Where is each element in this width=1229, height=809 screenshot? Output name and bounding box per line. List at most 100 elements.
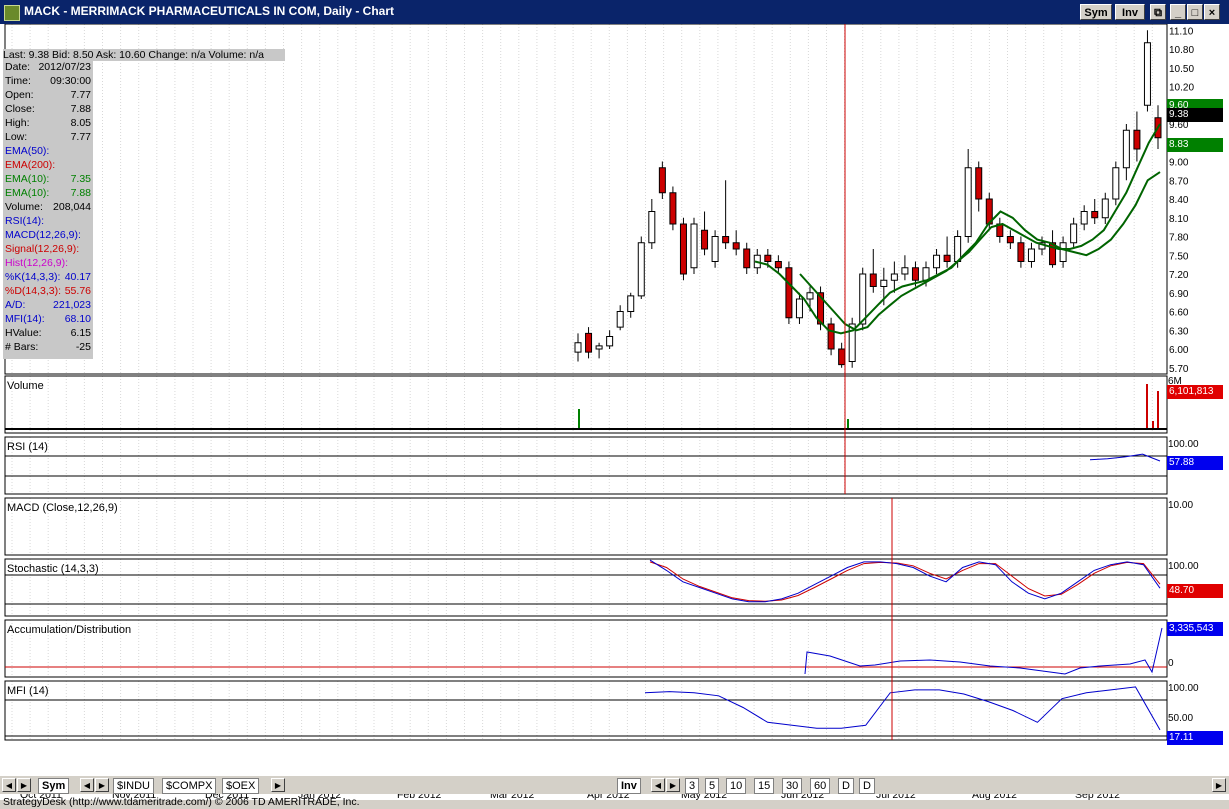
scroll-right-icon[interactable]: ▶: [17, 778, 31, 792]
symbol-tab-indu[interactable]: $INDU: [113, 778, 155, 794]
period-tab[interactable]: 30: [782, 778, 803, 794]
symbols-more-icon[interactable]: ▶: [271, 778, 285, 792]
data-window-label: Hist(12,26,9):: [5, 257, 69, 269]
symbol-tab-oex[interactable]: $OEX: [222, 778, 260, 794]
candle-down: [701, 229, 709, 250]
period-tab[interactable]: 15: [754, 778, 775, 794]
candle-down: [827, 323, 835, 350]
mfi-scale-mid: 50.00: [1168, 713, 1194, 724]
detach-icon[interactable]: ⧉: [1150, 4, 1166, 20]
data-window: Date: 2012/07/23 Time: 09:30:00 Open: 7.77 Clo…: [3, 59, 93, 359]
mfi-panel-border: [4, 680, 1168, 741]
data-window-value: 7.77: [70, 89, 91, 101]
sym-tab[interactable]: Sym: [38, 778, 70, 794]
data-window-label: Close:: [5, 103, 35, 115]
candle-up: [806, 292, 814, 300]
period-prev-icon[interactable]: ◀: [651, 778, 665, 792]
candle-up: [1027, 248, 1035, 262]
sym-button[interactable]: Sym: [1080, 4, 1112, 20]
status-bar: StrategyDesk (http://www.tdameritrade.co…: [3, 796, 360, 808]
period-tab[interactable]: D: [859, 778, 875, 794]
price-scale-label: 5.70: [1169, 364, 1189, 375]
window-title: MACK - MERRIMACK PHARMACEUTICALS IN COM,…: [24, 4, 394, 18]
price-scale-label: 8.40: [1169, 195, 1189, 206]
candle-down: [785, 267, 793, 319]
data-window-label: High:: [5, 117, 30, 129]
price-scale-label: 8.10: [1169, 214, 1189, 225]
mfi-panel-label: MFI (14): [7, 685, 49, 697]
minimize-icon[interactable]: _: [1170, 4, 1186, 20]
candle-down: [658, 167, 666, 194]
candle-down: [975, 167, 983, 200]
data-window-value: 2012/07/23: [38, 61, 91, 73]
symbol-tab-compx[interactable]: $COMPX: [162, 778, 217, 794]
stoch-scale-top: 100.00: [1168, 561, 1199, 572]
data-window-value: 68.10: [64, 313, 91, 325]
data-window-label: MACD(12,26,9):: [5, 229, 81, 241]
candle-up: [1101, 198, 1109, 219]
data-window-value: 09:30:00: [50, 75, 91, 87]
data-window-value: 40.17: [64, 271, 91, 283]
data-window-label: Date:: [5, 61, 31, 73]
period-tab[interactable]: D: [838, 778, 854, 794]
data-window-label: EMA(200):: [5, 159, 56, 171]
data-window-label: EMA(10):: [5, 173, 50, 185]
candle-up: [1122, 129, 1130, 169]
candle-down: [1017, 242, 1025, 262]
rsi-scale-top: 100.00: [1168, 439, 1199, 450]
stoch-d-line: [649, 561, 1161, 602]
volume-bar: [1152, 421, 1154, 429]
candle-down: [838, 348, 846, 366]
data-window-row: %K(14,3,3): 40.17: [5, 271, 91, 285]
inv-tab[interactable]: Inv: [617, 778, 641, 794]
data-window-row: Open: 7.77: [5, 89, 91, 103]
candle-up: [574, 342, 582, 353]
period-tab[interactable]: 60: [810, 778, 831, 794]
scroll-end-icon[interactable]: ▶: [1212, 778, 1226, 792]
candle-down: [869, 273, 877, 287]
ema-lower-tag: 8.83: [1167, 138, 1223, 152]
data-window-value: 55.76: [64, 285, 91, 297]
candle-up: [933, 254, 941, 269]
candle-down: [585, 332, 593, 353]
data-window-value: 7.77: [70, 131, 91, 143]
data-window-row: Hist(12,26,9):: [5, 257, 91, 271]
ad-tag: 3,335,543: [1167, 622, 1223, 636]
data-window-label: HValue:: [5, 327, 42, 339]
period-tab[interactable]: 5: [705, 778, 720, 794]
price-scale-label: 6.60: [1169, 308, 1189, 319]
period-tab[interactable]: 10: [726, 778, 747, 794]
chart-area[interactable]: 11.1010.8010.5010.209.909.609.008.708.40…: [0, 24, 1229, 801]
inv-button[interactable]: Inv: [1115, 4, 1145, 20]
sym-prev-icon[interactable]: ◀: [80, 778, 94, 792]
candle-down: [679, 223, 687, 275]
mfi-scale-top: 100.00: [1168, 683, 1199, 694]
period-next-icon[interactable]: ▶: [666, 778, 680, 792]
quote-change: Change: n/a: [148, 49, 206, 61]
chart-canvas[interactable]: 11.1010.8010.5010.209.909.609.008.708.40…: [0, 24, 1229, 775]
price-scale-label: 7.50: [1169, 251, 1189, 262]
period-tab[interactable]: 3: [685, 778, 700, 794]
data-window-label: RSI(14):: [5, 215, 45, 227]
data-window-label: %D(14,3,3):: [5, 285, 62, 297]
maximize-icon[interactable]: □: [1187, 4, 1203, 20]
candle-up: [901, 267, 909, 275]
volume-tag: 6,101,813: [1167, 385, 1223, 399]
candle-down: [722, 236, 730, 244]
data-window-label: %K(14,3,3):: [5, 271, 61, 283]
candle-up: [606, 336, 614, 347]
close-icon[interactable]: ×: [1204, 4, 1220, 20]
sym-next-icon[interactable]: ▶: [95, 778, 109, 792]
volume-bar: [578, 409, 580, 429]
ad-scale-zero: 0: [1168, 658, 1174, 669]
price-scale-label: 10.20: [1169, 83, 1194, 94]
data-window-row: # Bars: -25: [5, 341, 91, 355]
candle-down: [732, 242, 740, 250]
candle-up: [922, 267, 930, 281]
candle-down: [774, 261, 782, 269]
data-window-value: 7.35: [70, 173, 91, 185]
scroll-left-icon[interactable]: ◀: [2, 778, 16, 792]
data-window-label: Signal(12,26,9):: [5, 243, 80, 255]
candle-up: [1059, 242, 1067, 262]
candle-up: [890, 273, 898, 281]
